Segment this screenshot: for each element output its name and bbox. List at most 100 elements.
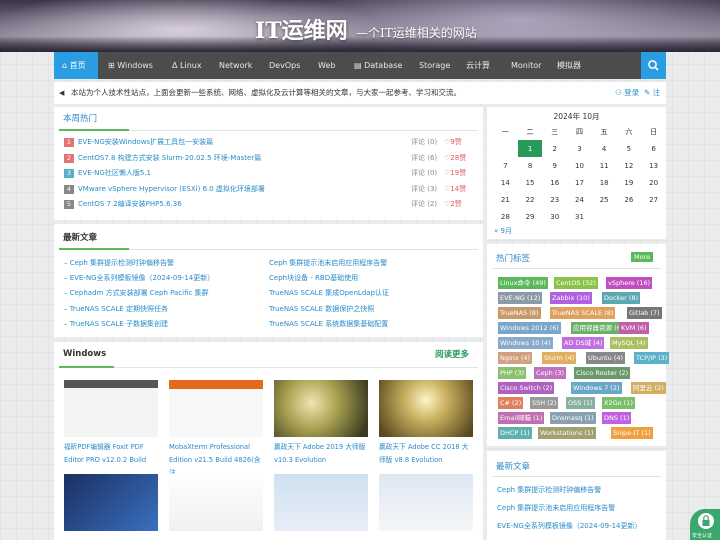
calendar-day[interactable]: 2 <box>542 140 567 157</box>
tag-chip[interactable]: KVM (6) <box>619 322 649 334</box>
tag-chip[interactable]: Windows 10 (4) <box>498 337 553 349</box>
calendar-day[interactable]: 16 <box>542 174 567 191</box>
post-title-link[interactable]: 赢政天下 Adobe 2019 大师版 v10.3 Evolution <box>274 441 368 467</box>
tag-chip[interactable]: EVE-NG (12) <box>498 292 543 304</box>
calendar-day[interactable]: 11 <box>592 157 617 174</box>
tag-chip[interactable]: TrueNAS SCALE (8) <box>550 307 616 319</box>
tag-chip[interactable]: TrueNAS (8) <box>498 307 541 319</box>
calendar-day[interactable]: 12 <box>617 157 642 174</box>
tag-chip[interactable]: Slurm (4) <box>542 352 577 364</box>
latest-article-link[interactable]: – TrueNAS SCALE 定期快照任务 <box>64 304 168 314</box>
calendar-day[interactable]: 13 <box>641 157 666 174</box>
login-link[interactable]: ⚇ 登录 <box>615 82 639 104</box>
latest-article-link[interactable]: Ceph块设备 - RBD基础使用 <box>269 273 358 283</box>
hot-article-link[interactable]: CentOS7.8 构建方式安装 Slurm-20.02.5 环境-Master… <box>78 153 261 163</box>
calendar-day[interactable]: 29 <box>518 208 543 225</box>
tag-chip[interactable]: Ceph (3) <box>534 367 567 379</box>
calendar-day[interactable]: 1 <box>517 140 543 157</box>
nav-database[interactable]: ▤ Database <box>354 52 402 79</box>
latest-article-link[interactable]: – Ceph 集群提示检测时钟偏移告警 <box>64 258 174 268</box>
hot-article-link[interactable]: CentOS 7.2编译安装PHP5.6.36 <box>78 199 182 209</box>
calendar-day[interactable]: 19 <box>617 174 642 191</box>
tag-chip[interactable]: MySQL (4) <box>610 337 648 349</box>
hot-article-link[interactable]: VMware vSphere Hypervisor (ESXi) 6.0 虚拟化… <box>78 184 265 194</box>
tag-chip[interactable]: Zabbix (10) <box>550 292 592 304</box>
hot-article-link[interactable]: EVE-NG安装Windows扩展工具包一安装篇 <box>78 137 213 147</box>
calendar-day[interactable]: 24 <box>567 191 592 208</box>
post-thumbnail[interactable] <box>379 380 473 437</box>
post-thumbnail[interactable] <box>169 474 263 531</box>
read-more-link[interactable]: 阅读更多 <box>435 348 469 360</box>
calendar-day[interactable]: 23 <box>542 191 567 208</box>
tag-chip[interactable]: Windows 7 (2) <box>571 382 622 394</box>
post-thumbnail[interactable] <box>64 380 158 437</box>
site-title[interactable]: IT运维网 <box>255 13 348 45</box>
latest-article-link[interactable]: Ceph 集群提示池未启用应用程序告警 <box>269 258 387 268</box>
tag-chip[interactable]: Cisco Switch (2) <box>498 382 555 394</box>
post-title-link[interactable]: 赢政天下 Adobe CC 2018 大师版 v8.8 Evolution <box>379 441 473 467</box>
nav-home[interactable]: ⌂ 首页 <box>54 52 98 79</box>
tag-chip[interactable]: 阿里云 (2) <box>631 382 666 394</box>
calendar-day[interactable]: 10 <box>567 157 592 174</box>
nav-emulator[interactable]: 模拟器 <box>557 52 581 79</box>
tag-chip[interactable]: SSH (2) <box>530 397 559 409</box>
calendar-day[interactable]: 22 <box>518 191 543 208</box>
tag-chip[interactable]: Docker (8) <box>602 292 641 304</box>
tag-chip[interactable]: Ubuntu (4) <box>586 352 626 364</box>
tag-chip[interactable]: TCP/IP (3) <box>634 352 670 364</box>
calendar-day[interactable]: 6 <box>641 140 666 157</box>
calendar-day[interactable]: 18 <box>592 174 617 191</box>
tag-chip[interactable]: X2Go (1) <box>602 397 635 409</box>
tag-chip[interactable]: Cisco Router (2) <box>574 367 631 379</box>
tag-chip[interactable]: Linux命令 (49) <box>498 277 548 289</box>
tag-chip[interactable]: DHCP (1) <box>498 427 532 439</box>
calendar-day[interactable]: 30 <box>542 208 567 225</box>
tag-chip[interactable]: Workstations (1) <box>538 427 596 439</box>
side-article-link[interactable]: Ceph 集群提示检测时钟偏移告警 <box>497 485 601 495</box>
post-thumbnail[interactable] <box>64 474 158 531</box>
tag-chip[interactable]: Gitlab (7) <box>627 307 662 319</box>
calendar-day[interactable]: 26 <box>617 191 642 208</box>
post-thumbnail[interactable] <box>169 380 263 437</box>
calendar-day[interactable]: 15 <box>518 174 543 191</box>
calendar-day[interactable]: 17 <box>567 174 592 191</box>
security-badge[interactable]: 安全认证 <box>690 509 720 540</box>
tag-chip[interactable]: C# (2) <box>498 397 524 409</box>
tag-chip[interactable]: DNS (1) <box>602 412 632 424</box>
tags-more-button[interactable]: More <box>631 252 654 262</box>
tag-chip[interactable]: OSS (1) <box>566 397 595 409</box>
tag-chip[interactable]: Dnsmasq (1) <box>550 412 596 424</box>
latest-article-link[interactable]: – EVE-NG全系列模板镜像（2024-09-14更新） <box>64 273 214 283</box>
post-thumbnail[interactable] <box>274 380 368 437</box>
side-article-link[interactable]: EVE-NG全系列模板镜像（2024-09-14更新） <box>497 521 642 531</box>
side-article-link[interactable]: Ceph 集群提示池未启用应用程序告警 <box>497 503 615 513</box>
calendar-day[interactable]: 20 <box>641 174 666 191</box>
calendar-day[interactable]: 7 <box>493 157 518 174</box>
latest-article-link[interactable]: TrueNAS SCALE 数据保护之快照 <box>269 304 374 314</box>
nav-windows[interactable]: ⊞ Windows <box>108 52 153 79</box>
calendar-day[interactable]: 28 <box>493 208 518 225</box>
tag-chip[interactable]: Windows 2012 (6) <box>498 322 561 334</box>
tag-chip[interactable]: 应用容器资源 (6) <box>571 322 626 334</box>
calendar-day[interactable]: 4 <box>592 140 617 157</box>
tag-chip[interactable]: Email邮箱 (1) <box>498 412 545 424</box>
calendar-day[interactable]: 31 <box>567 208 592 225</box>
calendar-day[interactable]: 27 <box>641 191 666 208</box>
post-thumbnail[interactable] <box>274 474 368 531</box>
nav-cloud[interactable]: 云计算 <box>466 52 490 79</box>
latest-article-link[interactable]: TrueNAS SCALE 系统数据集基础配置 <box>269 319 388 329</box>
calendar-day[interactable]: 9 <box>542 157 567 174</box>
calendar-day[interactable]: 14 <box>493 174 518 191</box>
nav-monitor[interactable]: Monitor <box>511 52 541 79</box>
nav-storage[interactable]: Storage <box>419 52 450 79</box>
tag-chip[interactable]: Snipe-IT (1) <box>611 427 653 439</box>
calendar-day[interactable]: 25 <box>592 191 617 208</box>
nav-linux[interactable]: Δ Linux <box>172 52 202 79</box>
calendar-day[interactable]: 3 <box>567 140 592 157</box>
calendar-day[interactable]: 8 <box>518 157 543 174</box>
latest-article-link[interactable]: – TrueNAS SCALE 子数据集创建 <box>64 319 168 329</box>
post-title-link[interactable]: 福昕PDF编辑器 Foxit PDF Editor PRO v12.0.2 Bu… <box>64 441 158 467</box>
tag-chip[interactable]: CentOS (32) <box>554 277 598 289</box>
calendar-day[interactable]: 21 <box>493 191 518 208</box>
latest-article-link[interactable]: TrueNAS SCALE 集成OpenLdap认证 <box>269 288 389 298</box>
